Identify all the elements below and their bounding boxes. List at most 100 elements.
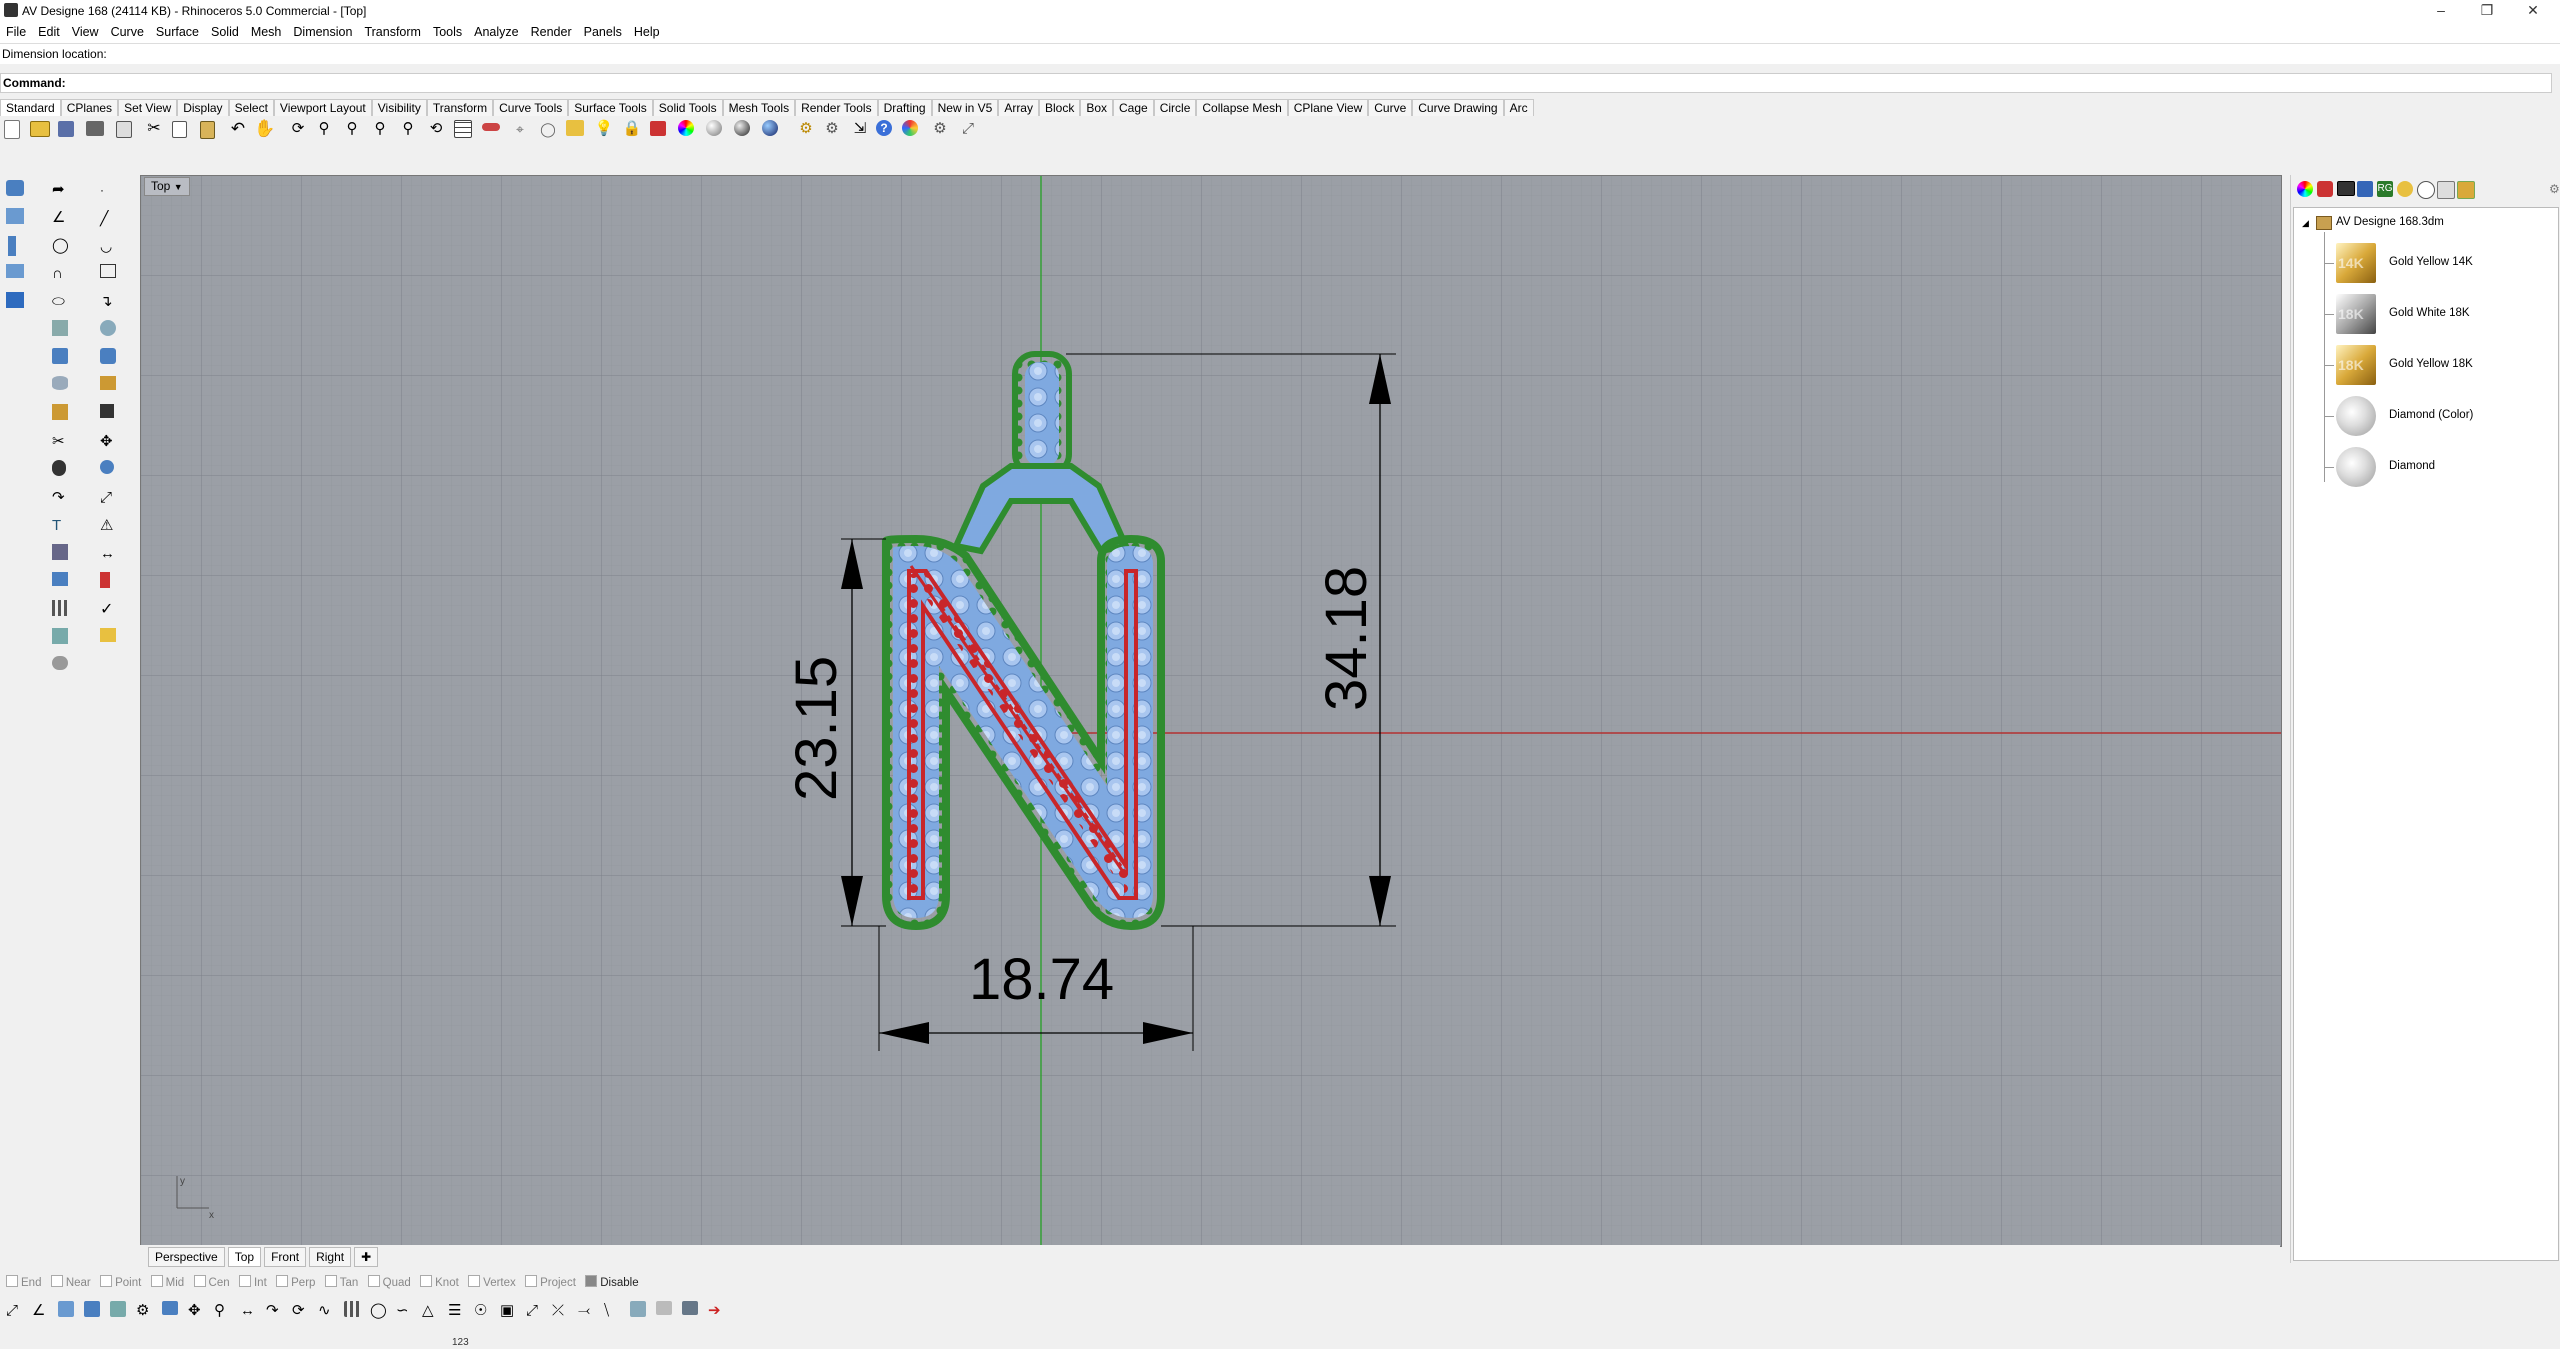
select-icon[interactable]: [482, 123, 500, 131]
ellipse-icon[interactable]: ⬭: [52, 292, 72, 312]
render-preview-icon[interactable]: [52, 656, 68, 670]
analyze-icon[interactable]: [52, 628, 68, 644]
osnap-vertex[interactable]: Vertex: [468, 1273, 516, 1293]
tab-cplanes[interactable]: CPlanes: [60, 99, 119, 116]
select-arrow-icon[interactable]: ➦: [52, 180, 72, 200]
zoom-icon[interactable]: ⚲: [314, 119, 334, 139]
dimension-tool-icon[interactable]: ↔: [100, 544, 120, 564]
box-edit-icon[interactable]: [656, 1301, 672, 1315]
undo-icon[interactable]: ↶: [228, 119, 248, 139]
tab-curve-tools[interactable]: Curve Tools: [493, 99, 569, 116]
grid-snap-icon[interactable]: ◯: [538, 119, 558, 139]
transform-tool-icon[interactable]: ✥: [188, 1301, 208, 1321]
tab-curve-drawing[interactable]: Curve Drawing: [1412, 99, 1504, 116]
library-panel-icon[interactable]: [2437, 181, 2455, 199]
tab-collapse-mesh[interactable]: Collapse Mesh: [1196, 99, 1288, 116]
render-icon[interactable]: [762, 120, 778, 136]
material-item[interactable]: Diamond (Color): [2294, 391, 2558, 441]
arc-icon[interactable]: ◡: [100, 236, 120, 256]
menu-render[interactable]: Render: [525, 21, 578, 43]
tab-new-in-v5[interactable]: New in V5: [931, 99, 999, 116]
copy-icon[interactable]: [172, 121, 187, 138]
plugin-icon[interactable]: [902, 120, 918, 136]
boolean-icon[interactable]: [100, 348, 116, 364]
tab-solid-tools[interactable]: Solid Tools: [652, 99, 723, 116]
text-tool-icon[interactable]: T: [52, 516, 72, 536]
rotate-tool-icon[interactable]: ⟳: [292, 1301, 312, 1321]
four-view-icon[interactable]: [454, 120, 472, 138]
shear-icon[interactable]: ⤙: [578, 1301, 598, 1321]
shaded-sphere-icon[interactable]: [706, 120, 722, 136]
osnap-project[interactable]: Project: [525, 1273, 576, 1293]
move-cplane-icon[interactable]: ⌖: [510, 119, 530, 139]
osnap-point[interactable]: Point: [100, 1273, 141, 1293]
taper-icon[interactable]: △: [422, 1301, 442, 1321]
tab-select[interactable]: Select: [228, 99, 274, 116]
cage-edit-icon[interactable]: ▣: [500, 1301, 520, 1321]
cylinder-icon[interactable]: [52, 376, 68, 390]
command-input[interactable]: [65, 75, 2539, 91]
explode-icon[interactable]: [100, 460, 114, 474]
tab-array[interactable]: Array: [998, 99, 1039, 116]
checkbox-icon[interactable]: [50, 1275, 63, 1287]
tab-block[interactable]: Block: [1038, 99, 1081, 116]
checkbox-icon[interactable]: [324, 1275, 337, 1287]
menu-edit[interactable]: Edit: [32, 21, 66, 43]
tab-render-tools[interactable]: Render Tools: [795, 99, 878, 116]
tab-drafting[interactable]: Drafting: [877, 99, 932, 116]
menu-help[interactable]: Help: [628, 21, 666, 43]
mesh-tool-icon[interactable]: [110, 1301, 126, 1317]
gumball-icon[interactable]: ◯: [370, 1301, 390, 1321]
block-icon[interactable]: [52, 572, 68, 586]
ruler-icon[interactable]: ☰: [448, 1301, 468, 1321]
tab-surface-tools[interactable]: Surface Tools: [568, 99, 653, 116]
checkbox-icon[interactable]: [150, 1275, 163, 1287]
move-icon[interactable]: ✥: [100, 432, 120, 452]
render-tool-icon[interactable]: ⚙: [136, 1301, 156, 1321]
tree-collapse-icon[interactable]: ◢: [2302, 218, 2309, 229]
splop-icon[interactable]: ☉: [474, 1301, 494, 1321]
dimension-bottom-tool-icon[interactable]: ↔: [240, 1301, 260, 1321]
checkbox-icon[interactable]: [525, 1275, 538, 1287]
solid-tool-icon[interactable]: [84, 1301, 100, 1317]
tab-display[interactable]: Display: [177, 99, 229, 116]
zoom-extents-icon[interactable]: ⚲: [370, 119, 390, 139]
menu-tools[interactable]: Tools: [427, 21, 468, 43]
settings-icon[interactable]: ⚙: [930, 119, 950, 139]
light-bulb-icon[interactable]: 💡: [594, 119, 614, 139]
layers-icon[interactable]: [566, 120, 584, 136]
tab-top[interactable]: Top: [227, 1247, 262, 1267]
osnap-int[interactable]: Int: [238, 1273, 267, 1293]
material-item[interactable]: 14K Gold Yellow 14K: [2294, 238, 2558, 288]
rg-panel-icon[interactable]: RG: [2377, 181, 2393, 197]
surface-tool-icon[interactable]: [58, 1301, 74, 1317]
tools-icon[interactable]: ⚙: [796, 119, 816, 139]
minimize-button[interactable]: –: [2418, 0, 2464, 21]
tab-cage[interactable]: Cage: [1113, 99, 1154, 116]
curve-tool-icon[interactable]: ∠: [32, 1301, 52, 1321]
checkbox-icon[interactable]: [420, 1275, 433, 1287]
menu-surface[interactable]: Surface: [150, 21, 205, 43]
tab-circle[interactable]: Circle: [1153, 99, 1197, 116]
checkbox-icon[interactable]: [100, 1275, 113, 1287]
light-panel-icon[interactable]: [2397, 181, 2413, 197]
help-icon[interactable]: ?: [876, 120, 892, 136]
mesh-icon[interactable]: [52, 404, 68, 420]
new-file-icon[interactable]: [4, 120, 20, 139]
osnap-perp[interactable]: Perp: [276, 1273, 315, 1293]
dimension-icon[interactable]: ⇲: [850, 119, 870, 139]
material-item[interactable]: Diamond: [2294, 442, 2558, 492]
grid-array-icon[interactable]: [344, 1301, 360, 1317]
osnap-near[interactable]: Near: [50, 1273, 91, 1293]
history-icon[interactable]: [100, 404, 114, 418]
point-cloud-icon[interactable]: ·: [100, 180, 120, 200]
menu-panels[interactable]: Panels: [578, 21, 628, 43]
map-icon[interactable]: [630, 1301, 646, 1317]
bucket-icon[interactable]: [52, 460, 66, 476]
print-icon[interactable]: [86, 121, 104, 136]
flow-surface-icon[interactable]: ⧹: [604, 1301, 624, 1321]
pan-hand-icon[interactable]: ✋: [254, 119, 275, 139]
twist-icon[interactable]: ∿: [318, 1301, 338, 1321]
cut-icon[interactable]: ✂: [144, 120, 164, 140]
panel-toggle-icon[interactable]: [6, 292, 24, 308]
